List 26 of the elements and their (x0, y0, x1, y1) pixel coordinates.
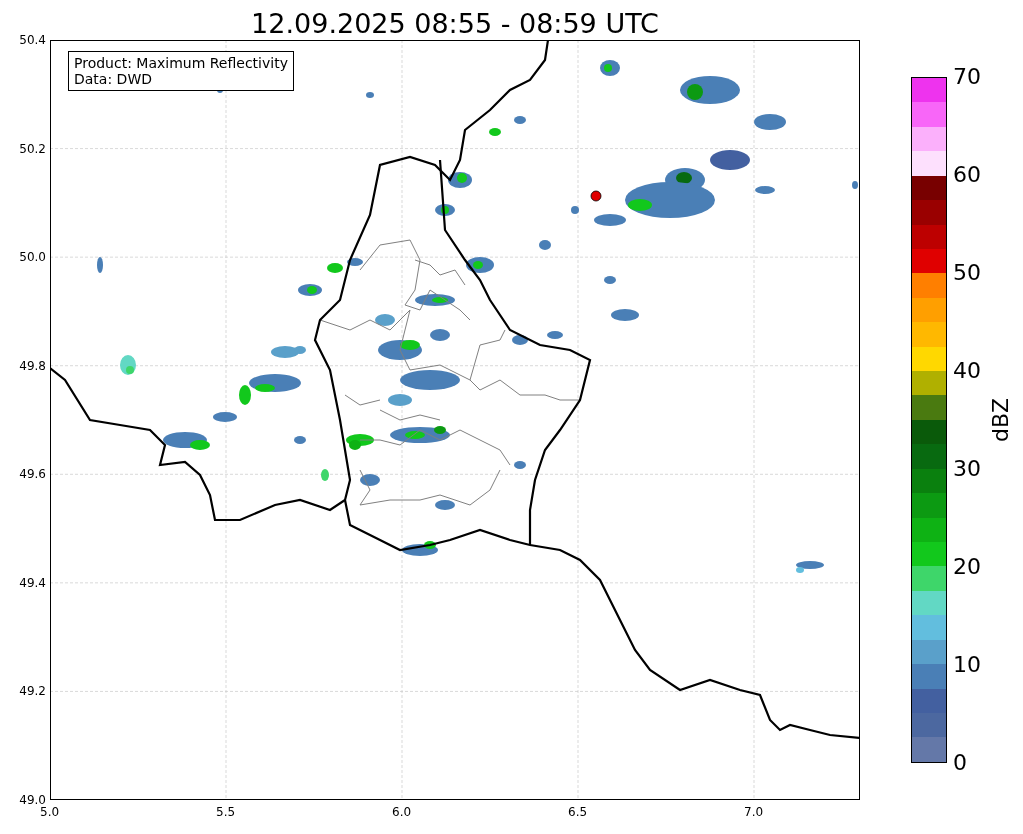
colorbar-tick-label: 40 (953, 359, 981, 383)
info-text: Product: Maximum Reflectivity (74, 55, 288, 71)
colorbar-label: dBZ (989, 397, 1014, 443)
colorbar-tick-label: 20 (953, 555, 981, 579)
location-marker-icon (590, 190, 602, 202)
x-tick-label: 6.0 (392, 805, 412, 819)
y-tick-label: 49.4 (19, 575, 46, 590)
y-tick-label: 49.6 (19, 467, 46, 482)
colorbar-tick-label: 10 (953, 653, 981, 677)
x-tick-label: 7.0 (744, 805, 764, 819)
colorbar-tick-label: 0 (953, 751, 967, 775)
x-tick-label: 5.5 (216, 805, 236, 819)
y-tick-label: 50.2 (19, 141, 46, 156)
x-tick-label: 5.0 (40, 805, 60, 819)
x-tick-label: 6.5 (568, 805, 588, 819)
colorbar-tick-label: 50 (953, 261, 981, 285)
y-tick-label: 50.0 (19, 250, 46, 265)
colorbar-tick-label: 30 (953, 457, 981, 481)
colorbar-tick-label: 70 (953, 65, 981, 89)
y-tick-label: 49.2 (19, 684, 46, 699)
info-text: Data: DWD (74, 71, 153, 87)
y-tick-label: 49.8 (19, 358, 46, 373)
y-tick-label: 50.4 (19, 33, 46, 47)
colorbar-tick-label: 60 (953, 163, 981, 187)
y-tick-label: 49.0 (19, 793, 46, 807)
chart-title: 12.09.2025 08:55 - 08:59 UTC (250, 7, 660, 40)
